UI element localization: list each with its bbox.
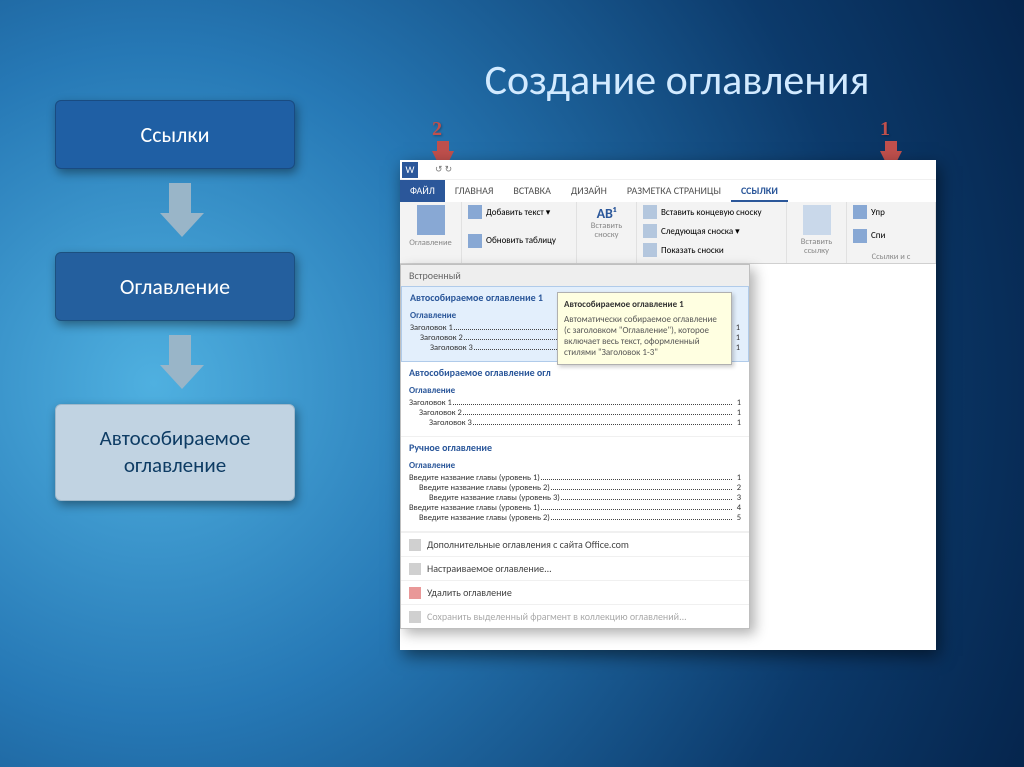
tab-layout[interactable]: РАЗМЕТКА СТРАНИЦЫ — [617, 180, 731, 202]
ribbon-group-footnote: AB¹ Вставить сноску — [577, 202, 637, 263]
toc-button[interactable]: Оглавление — [406, 205, 455, 248]
style-button[interactable]: Спи — [853, 229, 929, 243]
gallery-remove-toc[interactable]: Удалить оглавление — [401, 580, 749, 604]
gallery-custom-toc[interactable]: Настраиваемое оглавление... — [401, 556, 749, 580]
add-text-icon — [468, 205, 482, 219]
tab-file[interactable]: ФАЙЛ — [400, 180, 445, 202]
arrow-down-icon — [160, 335, 200, 390]
gallery-save-selection: Сохранить выделенный фрагмент в коллекци… — [401, 604, 749, 628]
add-text-button[interactable]: Добавить текст ▾ — [468, 205, 570, 219]
ribbon: Оглавление Добавить текст ▾ Обновить таб… — [400, 202, 936, 264]
ribbon-group-links: Упр Спи Ссылки и с — [847, 202, 936, 263]
toc-gallery: Встроенный Автособираемое оглавление 1 О… — [400, 264, 750, 629]
gallery-item-auto2[interactable]: Автособираемое оглавление огл Оглавление… — [401, 362, 749, 437]
tab-insert[interactable]: ВСТАВКА — [503, 180, 560, 202]
manage-icon — [853, 205, 867, 219]
insert-endnote-button[interactable]: Вставить концевую сноску — [643, 205, 780, 219]
save-icon — [409, 611, 421, 623]
document-area — [750, 264, 936, 650]
word-titlebar: W ↺ ↻ — [400, 160, 936, 180]
flow-box-auto-toc: Автособираемое оглавление — [55, 404, 295, 501]
arrow-down-icon — [160, 183, 200, 238]
ribbon-group-toc: Оглавление — [400, 202, 462, 263]
gallery-item-manual[interactable]: Ручное оглавление Оглавление Введите наз… — [401, 437, 749, 532]
office-icon — [409, 539, 421, 551]
next-footnote-button[interactable]: Следующая сноска ▾ — [643, 224, 780, 238]
update-table-button[interactable]: Обновить таблицу — [468, 234, 570, 248]
citation-icon — [803, 205, 831, 235]
list-icon — [853, 229, 867, 243]
custom-icon — [409, 563, 421, 575]
tooltip: Автособираемое оглавление 1 Автоматическ… — [557, 292, 732, 365]
show-notes-icon — [643, 243, 657, 257]
ribbon-group-citation: Вставить ссылку — [787, 202, 847, 263]
ribbon-group-footnote-ops: Вставить концевую сноску Следующая сноск… — [637, 202, 787, 263]
manage-sources-button[interactable]: Упр — [853, 205, 929, 219]
remove-icon — [409, 587, 421, 599]
gallery-header: Встроенный — [401, 265, 749, 286]
insert-link-button[interactable]: Вставить ссылку — [793, 205, 840, 257]
tab-home[interactable]: ГЛАВНАЯ — [445, 180, 504, 202]
flow-box-links: Ссылки — [55, 100, 295, 169]
toc-icon — [417, 205, 445, 235]
ab-icon: AB¹ — [583, 205, 630, 222]
update-icon — [468, 234, 482, 248]
flow-box-toc: Оглавление — [55, 252, 295, 321]
gallery-more-office[interactable]: Дополнительные оглавления с сайта Office… — [401, 532, 749, 556]
insert-footnote-button[interactable]: AB¹ Вставить сноску — [583, 205, 630, 241]
word-app-icon: W — [402, 162, 418, 178]
show-notes-button[interactable]: Показать сноски — [643, 243, 780, 257]
qat[interactable]: ↺ ↻ — [435, 164, 452, 175]
ribbon-group-toc-ops: Добавить текст ▾ Обновить таблицу — [462, 202, 577, 263]
flow-diagram: Ссылки Оглавление Автособираемое оглавле… — [55, 100, 305, 501]
gallery-item-auto1[interactable]: Автособираемое оглавление 1 Оглавление З… — [401, 286, 749, 362]
tab-references[interactable]: ССЫЛКИ — [731, 180, 788, 202]
next-note-icon — [643, 224, 657, 238]
slide-title: Создание оглавления — [380, 55, 974, 106]
ribbon-tabs: ФАЙЛ ГЛАВНАЯ ВСТАВКА ДИЗАЙН РАЗМЕТКА СТР… — [400, 180, 936, 202]
endnote-icon — [643, 205, 657, 219]
word-screenshot: W ↺ ↻ ФАЙЛ ГЛАВНАЯ ВСТАВКА ДИЗАЙН РАЗМЕТ… — [400, 160, 936, 650]
tab-design[interactable]: ДИЗАЙН — [561, 180, 617, 202]
